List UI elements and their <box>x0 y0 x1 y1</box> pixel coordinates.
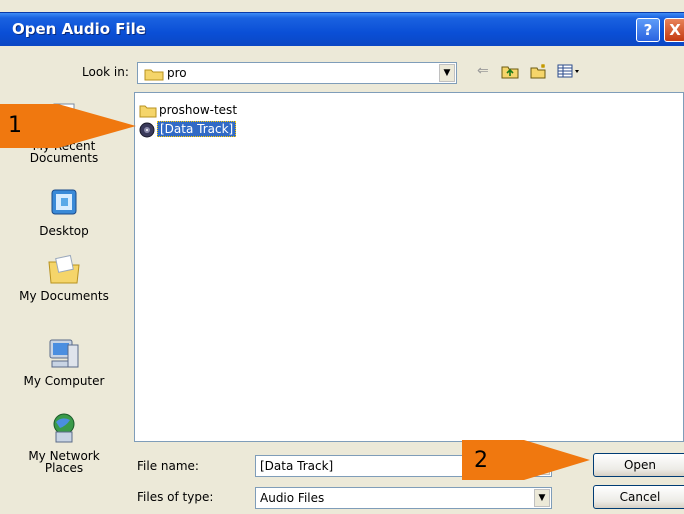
place-label: My Computer <box>23 374 105 388</box>
cancel-button[interactable]: Cancel <box>593 485 684 509</box>
look-in-label: Look in: <box>82 65 129 79</box>
folder-icon <box>144 69 164 81</box>
my-documents-icon <box>48 254 80 284</box>
file-type-select[interactable]: Audio Files ▼ <box>255 487 552 509</box>
chevron-down-icon[interactable]: ▼ <box>534 489 550 507</box>
look-in-value: pro <box>167 66 187 80</box>
network-places-icon <box>53 413 75 443</box>
callout-number-1: 1 <box>8 113 22 138</box>
place-desktop[interactable]: Desktop <box>0 187 128 237</box>
file-name-label: File name: <box>137 459 199 473</box>
new-folder-icon[interactable] <box>530 63 548 83</box>
place-my-network-places[interactable]: My Network Places <box>0 412 128 474</box>
folder-icon <box>139 105 157 117</box>
open-button[interactable]: Open <box>593 453 684 477</box>
file-type-label: Files of type: <box>137 490 214 504</box>
file-type-value: Audio Files <box>260 491 325 505</box>
title-bar[interactable]: Open Audio File ? X <box>0 12 684 46</box>
window-title: Open Audio File <box>12 20 146 38</box>
list-item[interactable]: proshow-test <box>139 101 237 119</box>
views-menu-icon[interactable] <box>557 63 581 83</box>
disc-track-icon <box>139 122 155 137</box>
callout-number-2: 2 <box>474 448 488 473</box>
desktop-icon <box>51 189 77 215</box>
up-folder-icon[interactable] <box>501 63 519 83</box>
list-item[interactable]: [Data Track] <box>139 120 237 138</box>
file-name-value: [Data Track] <box>260 459 334 473</box>
help-button[interactable]: ? <box>636 18 660 42</box>
place-label: My Documents <box>19 289 109 303</box>
place-label: My Network Places <box>28 449 100 475</box>
place-label: Desktop <box>39 224 89 238</box>
my-computer-icon <box>49 339 79 368</box>
file-list[interactable]: proshow-test [Data Track] <box>134 92 684 442</box>
open-audio-file-dialog: Open Audio File ? X Look in: pro ▼ ⇐ My … <box>0 0 684 514</box>
place-my-documents[interactable]: My Documents <box>0 252 128 302</box>
place-my-computer[interactable]: My Computer <box>0 337 128 387</box>
look-in-dropdown[interactable]: pro ▼ <box>137 62 457 84</box>
file-name: proshow-test <box>159 103 238 117</box>
chevron-down-icon[interactable]: ▼ <box>439 64 455 82</box>
places-bar: My Recent Documents Desktop My Documents <box>0 92 128 502</box>
file-name: [Data Track] <box>157 121 237 137</box>
back-arrow-icon[interactable]: ⇐ <box>477 63 489 79</box>
close-button[interactable]: X <box>664 18 684 42</box>
